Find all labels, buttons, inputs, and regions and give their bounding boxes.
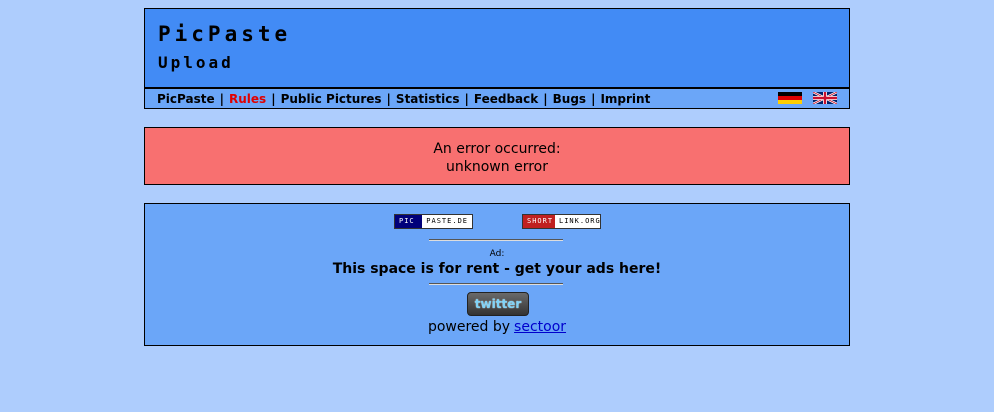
nav-item-public-pictures[interactable]: Public Pictures xyxy=(281,92,382,106)
twitter-logo-icon: twitter xyxy=(474,297,522,311)
ad-text[interactable]: This space is for rent - get your ads he… xyxy=(145,261,849,277)
page: PicPaste Upload PicPaste | Rules | Public Pi… xyxy=(0,0,994,412)
picpaste-badge[interactable]: PIC PASTE.DE xyxy=(394,214,473,229)
nav-separator: | xyxy=(591,92,596,106)
site-title[interactable]: PicPaste xyxy=(158,22,291,46)
shortlink-badge[interactable]: SHORT LINK.ORG xyxy=(522,214,601,229)
header-banner: PicPaste Upload xyxy=(145,9,849,89)
footer: PIC PASTE.DE SHORT LINK.ORG Ad: This spa… xyxy=(144,203,850,346)
powered-by: powered by sectoor xyxy=(145,319,849,335)
badge-left-text: PIC xyxy=(395,215,423,228)
powered-by-label: powered by xyxy=(427,319,511,335)
error-detail: unknown error xyxy=(446,159,548,175)
nav-separator: | xyxy=(271,92,276,106)
main-nav: PicPaste | Rules | Public Pictures | Statistic… xyxy=(157,92,650,106)
ad-label: Ad: xyxy=(489,249,505,259)
divider xyxy=(429,283,563,285)
german-flag-icon[interactable] xyxy=(778,92,802,104)
nav-item-feedback[interactable]: Feedback xyxy=(474,92,538,106)
header: PicPaste Upload PicPaste | Rules | Public Pi… xyxy=(144,8,850,109)
badge-right-text: LINK.ORG xyxy=(559,217,601,225)
uk-flag-icon[interactable] xyxy=(813,92,837,104)
nav-item-picpaste[interactable]: PicPaste xyxy=(157,92,215,106)
badge-left-text: SHORT xyxy=(523,215,555,228)
nav-separator: | xyxy=(219,92,224,106)
sectoor-link[interactable]: sectoor xyxy=(514,319,566,335)
nav-separator: | xyxy=(464,92,469,106)
nav-item-bugs[interactable]: Bugs xyxy=(553,92,586,106)
badge-right-text: PASTE.DE xyxy=(426,217,468,225)
nav-separator: | xyxy=(543,92,548,106)
page-subtitle: Upload xyxy=(158,53,234,72)
nav-item-rules[interactable]: Rules xyxy=(229,92,266,106)
twitter-button[interactable]: twitter xyxy=(467,292,529,316)
error-heading: An error occurred: xyxy=(433,141,561,157)
nav-item-imprint[interactable]: Imprint xyxy=(600,92,650,106)
divider xyxy=(429,239,563,241)
error-message-box: An error occurred: unknown error xyxy=(144,127,850,185)
nav-bar: PicPaste | Rules | Public Pictures | Statistic… xyxy=(145,89,849,108)
nav-item-statistics[interactable]: Statistics xyxy=(396,92,460,106)
nav-separator: | xyxy=(386,92,391,106)
